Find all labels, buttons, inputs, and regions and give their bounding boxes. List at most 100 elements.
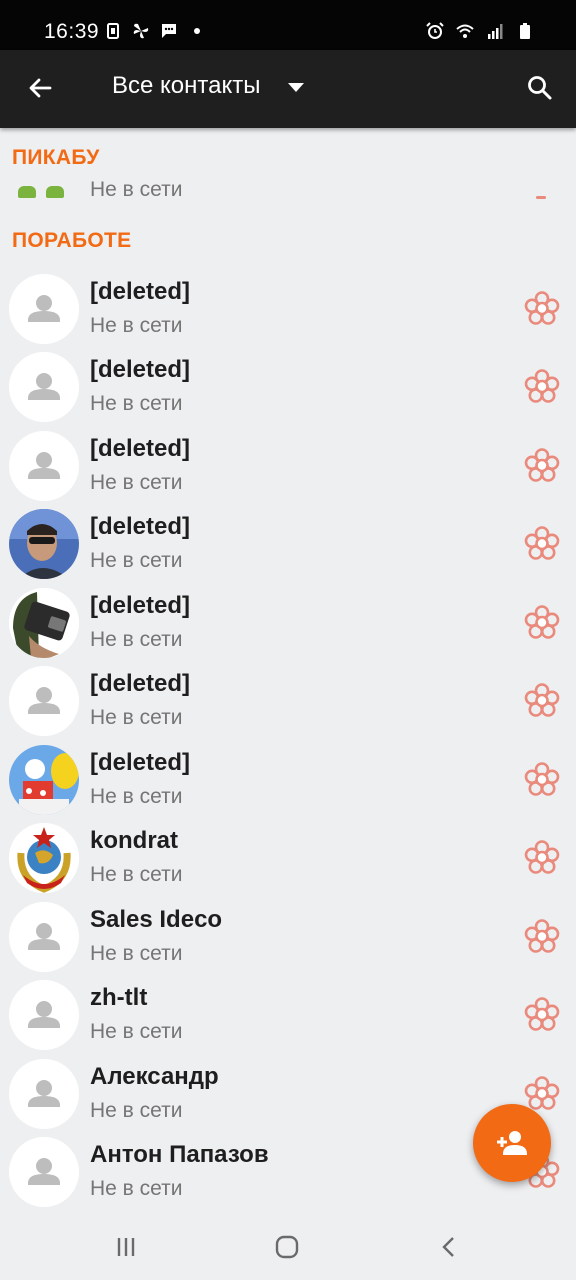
- avatar: [9, 1059, 79, 1129]
- flower-icon: [536, 196, 546, 199]
- contact-name: [deleted]: [90, 670, 191, 697]
- contact-name: Антон Папазов: [90, 1141, 269, 1168]
- home-button[interactable]: [272, 1232, 302, 1262]
- contact-status: Не в сети: [90, 1020, 183, 1043]
- avatar: [9, 980, 79, 1050]
- contact-name: [deleted]: [90, 592, 191, 619]
- contact-status: Не в сети: [90, 314, 183, 337]
- contact-status: Не в сети: [90, 863, 183, 886]
- default-avatar-icon: [28, 373, 60, 400]
- contact-name: zh-tlt: [90, 984, 148, 1011]
- default-avatar-icon: [28, 452, 60, 479]
- contact-status: Не в сети: [90, 1177, 183, 1200]
- photo-avatar-image: [9, 745, 79, 815]
- screenshot-icon: [107, 23, 119, 39]
- app-bar: Все контакты: [0, 50, 576, 128]
- contact-name: [deleted]: [90, 278, 191, 305]
- default-avatar-icon: [28, 1158, 60, 1185]
- avatar: [9, 588, 79, 658]
- contact-status: Не в сети: [90, 392, 183, 415]
- default-avatar-icon: [28, 1001, 60, 1028]
- page-title: Все контакты: [112, 72, 261, 99]
- avatar: [9, 1137, 79, 1207]
- contact-status: Не в сети: [90, 1099, 183, 1122]
- flower-icon[interactable]: [523, 761, 561, 799]
- system-nav-bar: [0, 1214, 576, 1280]
- avatar: [9, 902, 79, 972]
- add-contact-button[interactable]: [473, 1104, 551, 1182]
- group-header-porabote: ПОРАБОТЕ: [12, 229, 132, 252]
- status-bar: 16:39: [0, 0, 576, 50]
- wifi-icon: [456, 24, 474, 38]
- nav-back-button[interactable]: [434, 1232, 464, 1262]
- alarm-icon: [426, 22, 444, 39]
- contact-row[interactable]: [deleted] Не в сети: [0, 742, 576, 820]
- arrow-left-icon: [29, 78, 52, 98]
- contact-row[interactable]: [deleted] Не в сети: [0, 428, 576, 506]
- flower-icon[interactable]: [523, 682, 561, 720]
- contact-status: Не в сети: [90, 706, 183, 729]
- contact-name: Sales Ideco: [90, 906, 223, 933]
- contact-name: [deleted]: [90, 749, 191, 776]
- group-header-pikabu: ПИКАБУ: [12, 146, 100, 169]
- pinwheel-icon: [133, 23, 149, 39]
- flower-icon[interactable]: [523, 525, 561, 563]
- default-avatar-icon: [28, 687, 60, 714]
- contact-row[interactable]: kondrat Не в сети: [0, 820, 576, 898]
- recent-apps-button[interactable]: [111, 1232, 141, 1262]
- contact-name: [deleted]: [90, 356, 191, 383]
- contact-name: [deleted]: [90, 435, 191, 462]
- avatar: [9, 509, 79, 579]
- contact-status: Не в сети: [90, 785, 183, 808]
- default-avatar-icon: [28, 923, 60, 950]
- contact-status: Не в сети: [90, 178, 183, 201]
- message-icon: [162, 24, 176, 38]
- contact-row[interactable]: zh-tlt Не в сети: [0, 977, 576, 1055]
- caret-down-icon: [288, 82, 305, 92]
- flower-icon[interactable]: [523, 918, 561, 956]
- dot-icon: [194, 28, 200, 34]
- contact-status: Не в сети: [90, 942, 183, 965]
- avatar: [9, 823, 79, 893]
- back-icon: [442, 1237, 454, 1257]
- flower-icon[interactable]: [523, 290, 561, 328]
- back-button[interactable]: [20, 68, 60, 108]
- signal-icon: [488, 24, 503, 39]
- photo-avatar-image: [9, 588, 79, 658]
- contact-row[interactable]: Не в сети: [0, 172, 576, 204]
- emblem-avatar-image: [9, 823, 79, 893]
- add-person-icon: [497, 1131, 527, 1155]
- contact-status: Не в сети: [90, 471, 183, 494]
- avatar: [18, 186, 64, 198]
- avatar: [9, 666, 79, 736]
- default-avatar-icon: [28, 1080, 60, 1107]
- avatar: [9, 431, 79, 501]
- flower-icon[interactable]: [523, 447, 561, 485]
- photo-avatar-image: [9, 509, 79, 579]
- avatar: [9, 745, 79, 815]
- flower-icon[interactable]: [523, 996, 561, 1034]
- contact-row[interactable]: [deleted] Не в сети: [0, 271, 576, 349]
- battery-icon: [520, 23, 530, 39]
- contact-name: kondrat: [90, 827, 179, 854]
- search-icon: [528, 76, 552, 100]
- avatar: [9, 352, 79, 422]
- contact-row[interactable]: [deleted] Не в сети: [0, 663, 576, 741]
- contact-status: Не в сети: [90, 549, 183, 572]
- contact-status: Не в сети: [90, 628, 183, 651]
- contact-row[interactable]: [deleted] Не в сети: [0, 349, 576, 427]
- contact-name: [deleted]: [90, 513, 191, 540]
- default-avatar-icon: [28, 295, 60, 322]
- contact-row[interactable]: [deleted] Не в сети: [0, 585, 576, 663]
- search-button[interactable]: [520, 68, 560, 108]
- flower-icon[interactable]: [523, 604, 561, 642]
- contacts-list[interactable]: ПИКАБУ Не в сети ПОРАБОТЕ [deleted] Не в…: [0, 128, 576, 1214]
- flower-icon[interactable]: [523, 368, 561, 406]
- avatar: [9, 274, 79, 344]
- contacts-filter-dropdown[interactable]: Все контакты: [112, 72, 305, 100]
- flower-icon[interactable]: [523, 839, 561, 877]
- contact-row[interactable]: [deleted] Не в сети: [0, 506, 576, 584]
- home-icon: [275, 1235, 299, 1259]
- contact-name: Александр: [90, 1063, 219, 1090]
- contact-row[interactable]: Sales Ideco Не в сети: [0, 899, 576, 977]
